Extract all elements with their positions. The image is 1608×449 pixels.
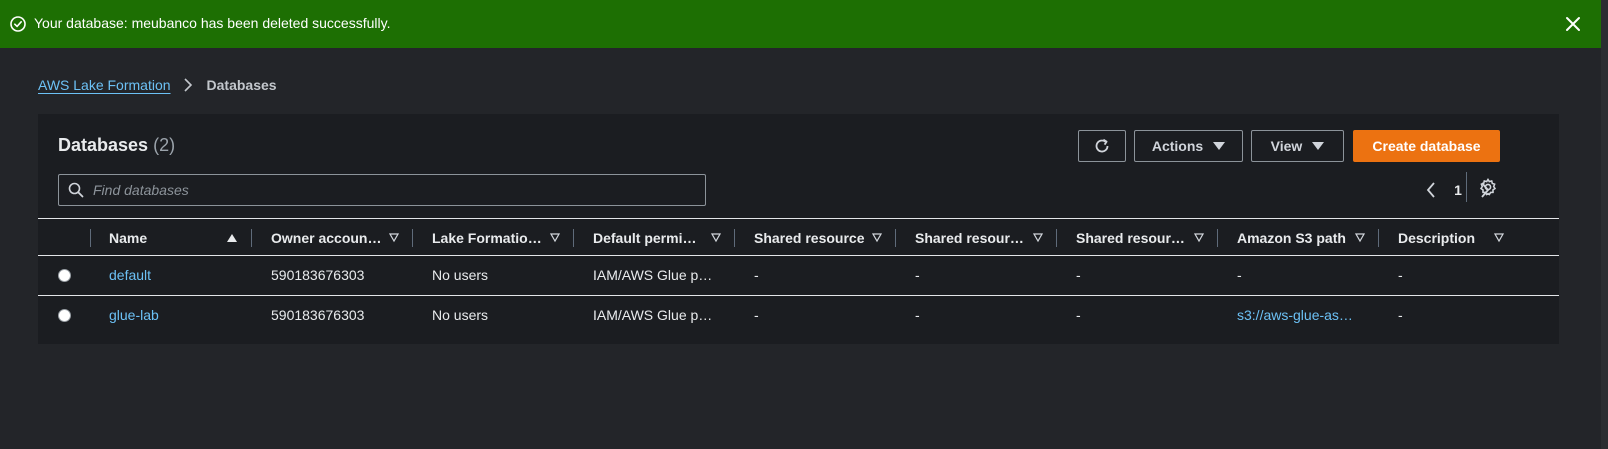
breadcrumb: AWS Lake Formation Databases <box>38 77 277 93</box>
view-dropdown-button[interactable]: View <box>1251 130 1344 162</box>
table-cell: 590183676303 <box>271 307 365 323</box>
s3-path-link[interactable]: s3://aws-glue-as… <box>1237 296 1353 334</box>
success-flash-banner: Your database: meubanco has been deleted… <box>0 0 1601 48</box>
databases-panel: Databases (2) Actions View Create databa… <box>38 114 1559 344</box>
panel-title-text: Databases <box>58 135 149 155</box>
database-count: (2) <box>153 135 176 155</box>
table-cell: - <box>1398 307 1403 323</box>
sort-ascending-icon[interactable] <box>227 233 237 243</box>
view-label: View <box>1270 138 1303 154</box>
table-cell: - <box>915 307 920 323</box>
close-icon[interactable] <box>1564 15 1582 33</box>
sort-icon[interactable] <box>1355 233 1365 243</box>
column-divider[interactable] <box>412 229 413 247</box>
database-name-link[interactable]: glue-lab <box>109 296 159 334</box>
table-row[interactable]: default 590183676303 No users IAM/AWS Gl… <box>38 256 1559 295</box>
databases-table: Name Owner accoun… Lake Formatio… Defaul… <box>38 218 1559 334</box>
table-cell: No users <box>432 307 489 323</box>
column-divider[interactable] <box>573 229 574 247</box>
table-cell: IAM/AWS Glue p… <box>593 307 713 323</box>
chevron-right-icon <box>183 78 192 92</box>
table-cell: - <box>1237 267 1242 283</box>
refresh-button[interactable] <box>1078 130 1126 162</box>
column-header-description[interactable]: Description <box>1398 219 1538 256</box>
create-database-button[interactable]: Create database <box>1353 130 1500 162</box>
table-cell: - <box>754 267 759 283</box>
pagination-divider <box>1466 172 1467 202</box>
column-header-label: Shared resour… <box>915 229 1024 246</box>
column-divider[interactable] <box>1217 229 1218 247</box>
breadcrumb-lake-formation-link[interactable]: AWS Lake Formation <box>38 77 171 93</box>
column-header-default-permissions[interactable]: Default permi… <box>593 219 733 256</box>
column-header-label: Default permi… <box>593 229 697 246</box>
column-header-lake-formation[interactable]: Lake Formatio… <box>432 219 572 256</box>
column-header-label: Amazon S3 path <box>1237 229 1346 246</box>
create-database-label: Create database <box>1372 138 1481 154</box>
column-header-label: Lake Formatio… <box>432 229 542 246</box>
page-title: Databases (2) <box>58 135 175 156</box>
table-cell: IAM/AWS Glue p… <box>593 267 713 283</box>
column-header-label: Name <box>109 229 148 246</box>
column-divider[interactable] <box>251 229 252 247</box>
search-box <box>58 174 706 206</box>
database-name-link[interactable]: default <box>109 256 151 294</box>
column-header-label: Description <box>1398 229 1476 246</box>
table-cell: 590183676303 <box>271 267 365 283</box>
breadcrumb-current: Databases <box>206 77 277 93</box>
search-icon <box>68 182 84 198</box>
column-divider[interactable] <box>895 229 896 247</box>
column-divider[interactable] <box>734 229 735 247</box>
chevron-left-icon <box>1426 182 1435 198</box>
page-scrollbar[interactable] <box>1601 0 1608 449</box>
column-header-shared-resource-owner[interactable]: Shared resour… <box>915 219 1055 256</box>
search-input[interactable] <box>84 175 705 205</box>
table-header: Name Owner accoun… Lake Formatio… Defaul… <box>38 218 1559 256</box>
sort-icon[interactable] <box>550 233 560 243</box>
column-header-shared-resource-region[interactable]: Shared resour… <box>1076 219 1216 256</box>
table-row[interactable]: glue-lab 590183676303 No users IAM/AWS G… <box>38 295 1559 334</box>
column-header-label: Owner accoun… <box>271 229 382 246</box>
sort-icon[interactable] <box>389 233 399 243</box>
current-page-number[interactable]: 1 <box>1440 182 1476 198</box>
column-header-shared-resource[interactable]: Shared resource <box>754 219 894 256</box>
table-cell: No users <box>432 267 489 283</box>
table-cell: - <box>754 307 759 323</box>
column-divider[interactable] <box>1378 229 1379 247</box>
actions-dropdown-button[interactable]: Actions <box>1134 130 1243 162</box>
column-header-name[interactable]: Name <box>109 219 250 256</box>
sort-icon[interactable] <box>1033 233 1043 243</box>
column-header-s3-path[interactable]: Amazon S3 path <box>1237 219 1377 256</box>
column-divider <box>90 229 91 247</box>
column-divider[interactable] <box>1056 229 1057 247</box>
gear-icon[interactable] <box>1478 177 1498 197</box>
row-select-radio[interactable] <box>58 269 71 282</box>
sort-icon[interactable] <box>711 233 721 243</box>
table-cell: - <box>915 267 920 283</box>
previous-page-button[interactable] <box>1422 179 1440 201</box>
flash-message: Your database: meubanco has been deleted… <box>34 15 391 31</box>
column-header-label: Shared resour… <box>1076 229 1185 246</box>
check-circle-icon <box>10 16 26 32</box>
row-select-radio[interactable] <box>58 309 71 322</box>
actions-label: Actions <box>1151 138 1204 154</box>
sort-icon[interactable] <box>872 233 882 243</box>
caret-down-icon <box>1213 141 1226 150</box>
refresh-icon <box>1095 138 1109 153</box>
caret-down-icon <box>1312 141 1325 150</box>
table-cell: - <box>1076 267 1081 283</box>
column-header-owner-account[interactable]: Owner accoun… <box>271 219 411 256</box>
sort-icon[interactable] <box>1494 233 1504 243</box>
sort-icon[interactable] <box>1194 233 1204 243</box>
column-header-label: Shared resource <box>754 229 865 246</box>
table-cell: - <box>1398 267 1403 283</box>
table-cell: - <box>1076 307 1081 323</box>
